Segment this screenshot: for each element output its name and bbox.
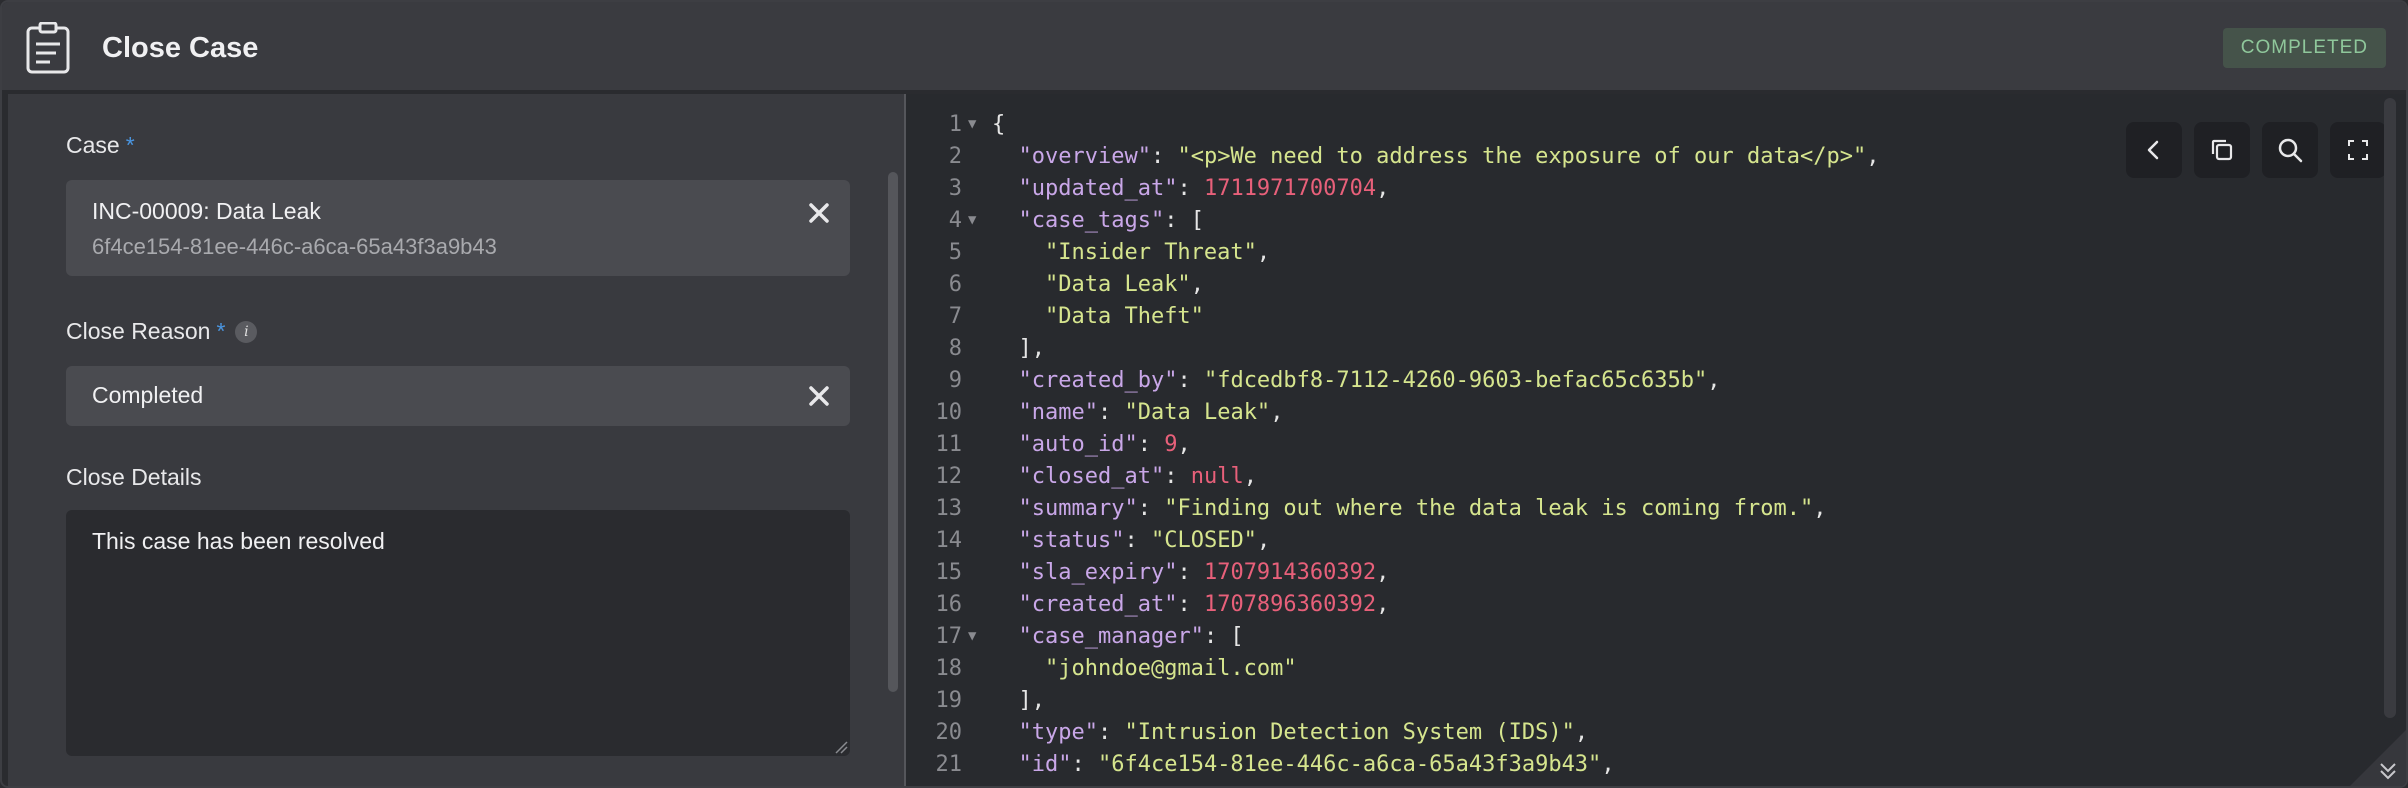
line-number: 10	[935, 400, 963, 425]
required-marker: *	[216, 318, 226, 344]
line-number: 1	[948, 112, 962, 137]
required-marker: *	[125, 132, 135, 158]
fold-icon[interactable]: ▼	[968, 628, 976, 644]
line-number: 7	[948, 304, 962, 329]
json-editor[interactable]: 1 ▼{ 2 "overview": "<p>We need to address…	[906, 94, 2406, 788]
case-select-id: 6f4ce154-81ee-446c-a6ca-65a43f3a9b43	[92, 234, 497, 259]
close-details-textarea[interactable]: This case has been resolved	[66, 510, 850, 756]
case-select-value: INC-00009: Data Leak	[92, 198, 321, 224]
line-number: 17	[935, 624, 963, 649]
line-number: 5	[948, 240, 962, 265]
back-button[interactable]	[2126, 122, 2182, 178]
line-number: 11	[935, 432, 963, 457]
close-details-label: Close Details	[66, 464, 202, 490]
close-icon[interactable]	[806, 200, 832, 226]
close-icon[interactable]	[806, 383, 832, 409]
line-number: 13	[935, 496, 963, 521]
fold-icon[interactable]: ▼	[968, 116, 976, 132]
close-reason-select[interactable]: Completed	[66, 366, 850, 426]
search-icon	[2278, 138, 2303, 163]
editor-toolbar	[2126, 122, 2386, 178]
fullscreen-button[interactable]	[2330, 122, 2386, 178]
fullscreen-icon	[2348, 140, 2368, 160]
line-number: 9	[948, 368, 962, 393]
line-number: 3	[948, 176, 962, 201]
double-chevron-down-icon[interactable]	[2336, 720, 2406, 788]
dialog-header: Close Case COMPLETED	[2, 2, 2406, 92]
clipboard-icon	[26, 22, 70, 74]
line-number: 14	[935, 528, 963, 553]
line-number: 16	[935, 592, 963, 617]
status-badge: COMPLETED	[2222, 28, 2386, 68]
search-button[interactable]	[2262, 122, 2318, 178]
page-title: Close Case	[102, 32, 259, 64]
line-number: 2	[948, 144, 962, 169]
line-number: 21	[935, 752, 963, 777]
info-icon[interactable]: i	[235, 321, 258, 343]
form-panel: Case * INC-00009: Data Leak 6f4ce154-81ee…	[8, 94, 904, 786]
case-select[interactable]: INC-00009: Data Leak 6f4ce154-81ee-446c-…	[66, 180, 850, 276]
form-scrollbar[interactable]	[888, 172, 898, 692]
chevron-left-icon	[2147, 140, 2159, 160]
line-number: 4	[948, 208, 962, 233]
line-number: 19	[935, 688, 963, 713]
close-reason-label: Close Reason * i	[66, 318, 258, 345]
copy-icon	[2211, 139, 2233, 161]
line-number: 18	[935, 656, 963, 681]
line-number: 15	[935, 560, 963, 585]
line-number: 12	[935, 464, 963, 489]
line-number: 8	[948, 336, 962, 361]
line-number: 6	[948, 272, 962, 297]
line-number: 20	[935, 720, 963, 745]
resize-handle-icon[interactable]	[834, 740, 848, 754]
editor-scrollbar[interactable]	[2384, 98, 2396, 718]
close-case-dialog: Close Case COMPLETED Case * INC-00009: Da…	[0, 0, 2408, 788]
close-reason-value: Completed	[92, 382, 204, 408]
case-label: Case *	[66, 132, 135, 158]
fold-icon[interactable]: ▼	[968, 212, 976, 228]
copy-button[interactable]	[2194, 122, 2250, 178]
